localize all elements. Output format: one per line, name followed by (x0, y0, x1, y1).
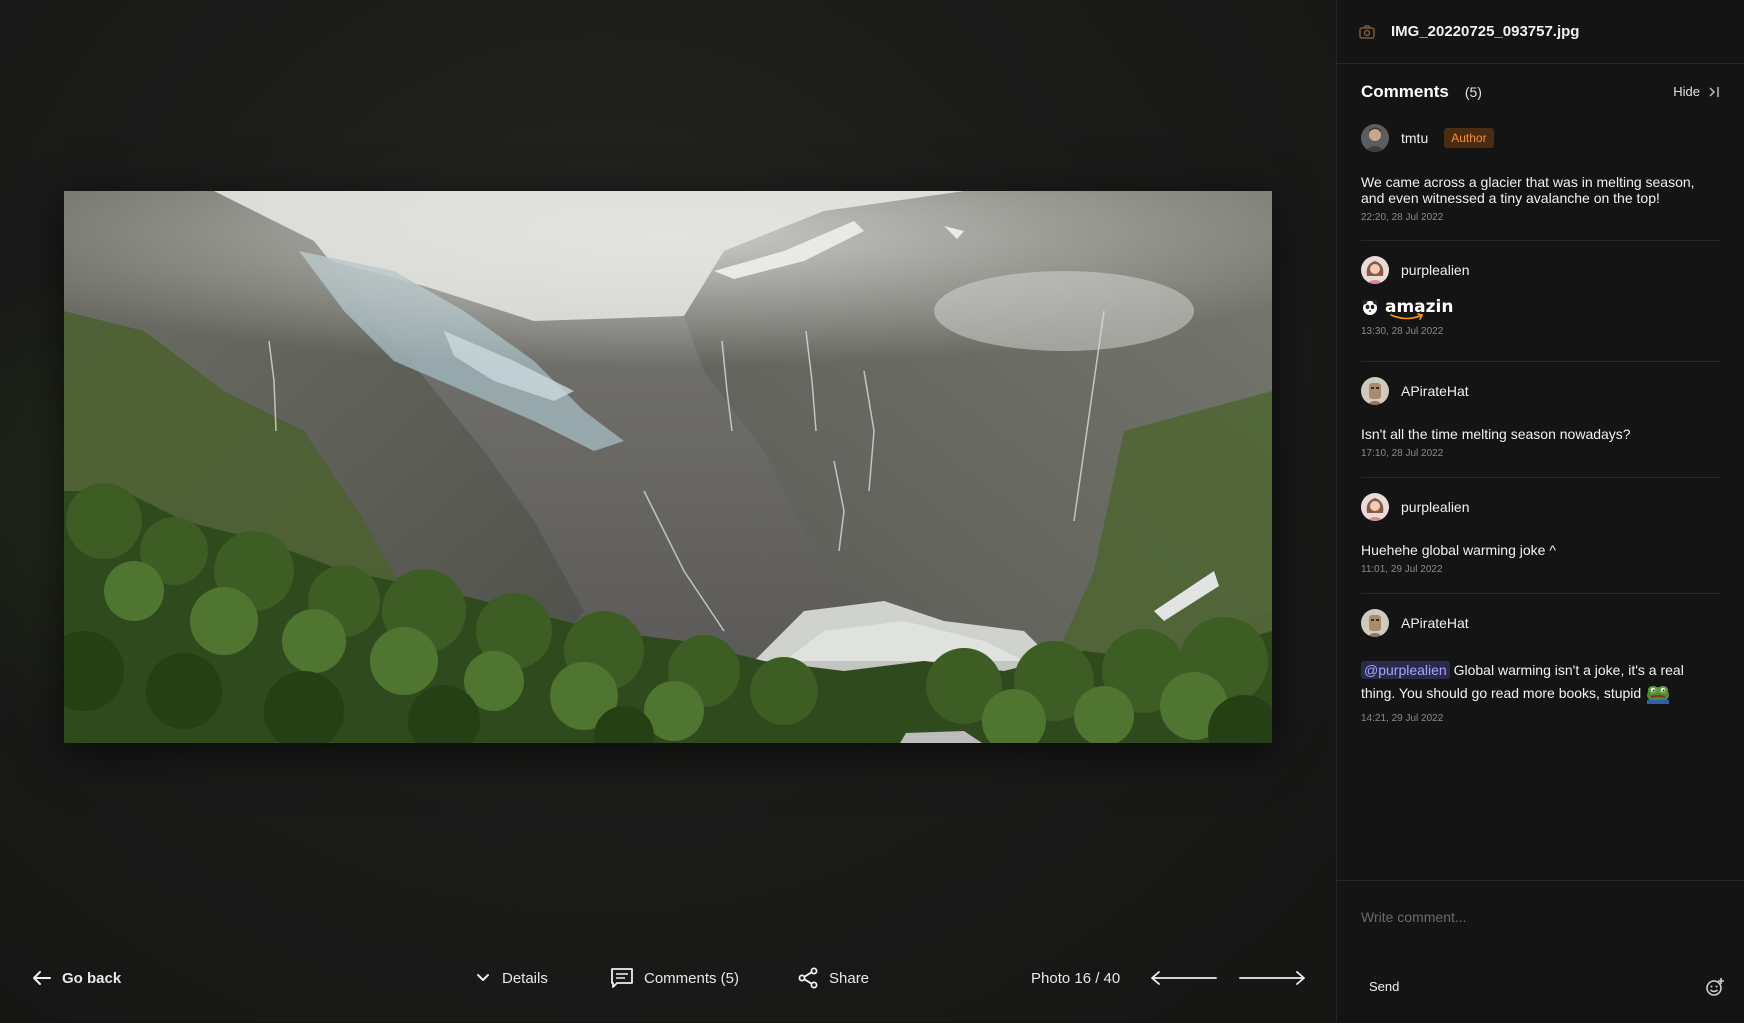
collapse-right-icon (1709, 86, 1719, 97)
photo (64, 191, 1272, 743)
comment-item: tmtu Author We came across a glacier tha… (1361, 120, 1720, 241)
comments-sidebar: IMG_20220725_093757.jpg Comments (5) Hid… (1336, 0, 1744, 1022)
details-button[interactable]: Details (474, 960, 548, 996)
comment-username[interactable]: purplealien (1401, 499, 1470, 515)
chevron-down-icon (477, 974, 489, 981)
photo-counter: Photo 16 / 40 (1031, 960, 1120, 996)
comment-username[interactable]: APirateHat (1401, 383, 1469, 399)
comments-header: Comments (5) Hide (1337, 64, 1744, 120)
comment-timestamp: 13:30, 28 Jul 2022 (1361, 326, 1444, 337)
comment-item: APirateHat Isn't all the time melting se… (1361, 362, 1720, 478)
user-mention[interactable]: @purplealien (1361, 661, 1450, 679)
comment-item: APirateHat @purplealien Global warming i… (1361, 594, 1720, 724)
comment-timestamp: 11:01, 29 Jul 2022 (1361, 564, 1443, 575)
arrow-left-icon (33, 971, 51, 985)
comment-timestamp: 17:10, 28 Jul 2022 (1361, 448, 1444, 459)
comment-username[interactable]: tmtu (1401, 130, 1428, 146)
comment-list: tmtu Author We came across a glacier tha… (1337, 120, 1744, 724)
avatar[interactable] (1361, 609, 1389, 637)
amazin-sticker-text: amazin (1385, 297, 1454, 317)
comments-count: (5) (1464, 84, 1482, 100)
comment-text: We came across a glacier that was in mel… (1361, 174, 1695, 206)
pepe-emoji-icon (1647, 686, 1670, 704)
author-badge: Author (1444, 128, 1494, 148)
comments-button[interactable]: Comments (5) (610, 960, 739, 996)
go-back-label: Go back (62, 969, 122, 987)
file-name: IMG_20220725_093757.jpg (1391, 23, 1580, 40)
comment-username[interactable]: purplealien (1401, 262, 1470, 278)
share-icon (798, 967, 818, 989)
file-header: IMG_20220725_093757.jpg (1337, 0, 1744, 64)
comment-text: Huehehe global warming joke ^ (1361, 542, 1556, 558)
comment-composer: Write comment... Send (1337, 880, 1744, 1023)
comments-label: Comments (5) (644, 969, 740, 987)
avatar[interactable] (1361, 493, 1389, 521)
comment-item: purplealien Huehehe global warming joke … (1361, 478, 1720, 594)
details-label: Details (502, 969, 548, 987)
comment-icon (611, 968, 633, 988)
panda-emoji-icon (1362, 299, 1378, 315)
avatar[interactable] (1361, 377, 1389, 405)
share-label: Share (829, 969, 870, 987)
send-button[interactable]: Send (1369, 979, 1399, 994)
hide-label: Hide (1673, 84, 1700, 99)
comment-timestamp: 14:21, 29 Jul 2022 (1361, 713, 1444, 724)
comments-title: Comments (1361, 82, 1449, 101)
arrow-right-icon (1239, 971, 1305, 985)
photo-counter-label: Photo 16 / 40 (1031, 969, 1121, 987)
go-back-button[interactable]: Go back (32, 960, 121, 996)
comment-body: @purplealien Global warming isn't a joke… (1361, 659, 1701, 705)
comment-timestamp: 22:20, 28 Jul 2022 (1361, 212, 1444, 223)
arrow-left-icon (1151, 971, 1217, 985)
next-photo-button[interactable] (1238, 960, 1306, 996)
photo-stage: Go back Details Comments (5) Share Photo… (0, 0, 1336, 1022)
comment-item: purplealien amazin 13:30, 28 Jul 2022 (1361, 241, 1720, 362)
emoji-picker-icon[interactable] (1705, 977, 1725, 997)
comment-text: Isn't all the time melting season nowada… (1361, 426, 1631, 442)
bottom-toolbar: Go back Details Comments (5) Share Photo… (0, 940, 1336, 1016)
share-button[interactable]: Share (797, 960, 869, 996)
avatar[interactable] (1361, 256, 1389, 284)
comment-username[interactable]: APirateHat (1401, 615, 1469, 631)
camera-icon (1359, 24, 1375, 39)
previous-photo-button[interactable] (1150, 960, 1218, 996)
comment-input[interactable]: Write comment... (1361, 909, 1467, 925)
hide-sidebar-button[interactable]: Hide (1673, 84, 1720, 99)
amazin-sticker: amazin (1361, 293, 1720, 321)
avatar[interactable] (1361, 124, 1389, 152)
